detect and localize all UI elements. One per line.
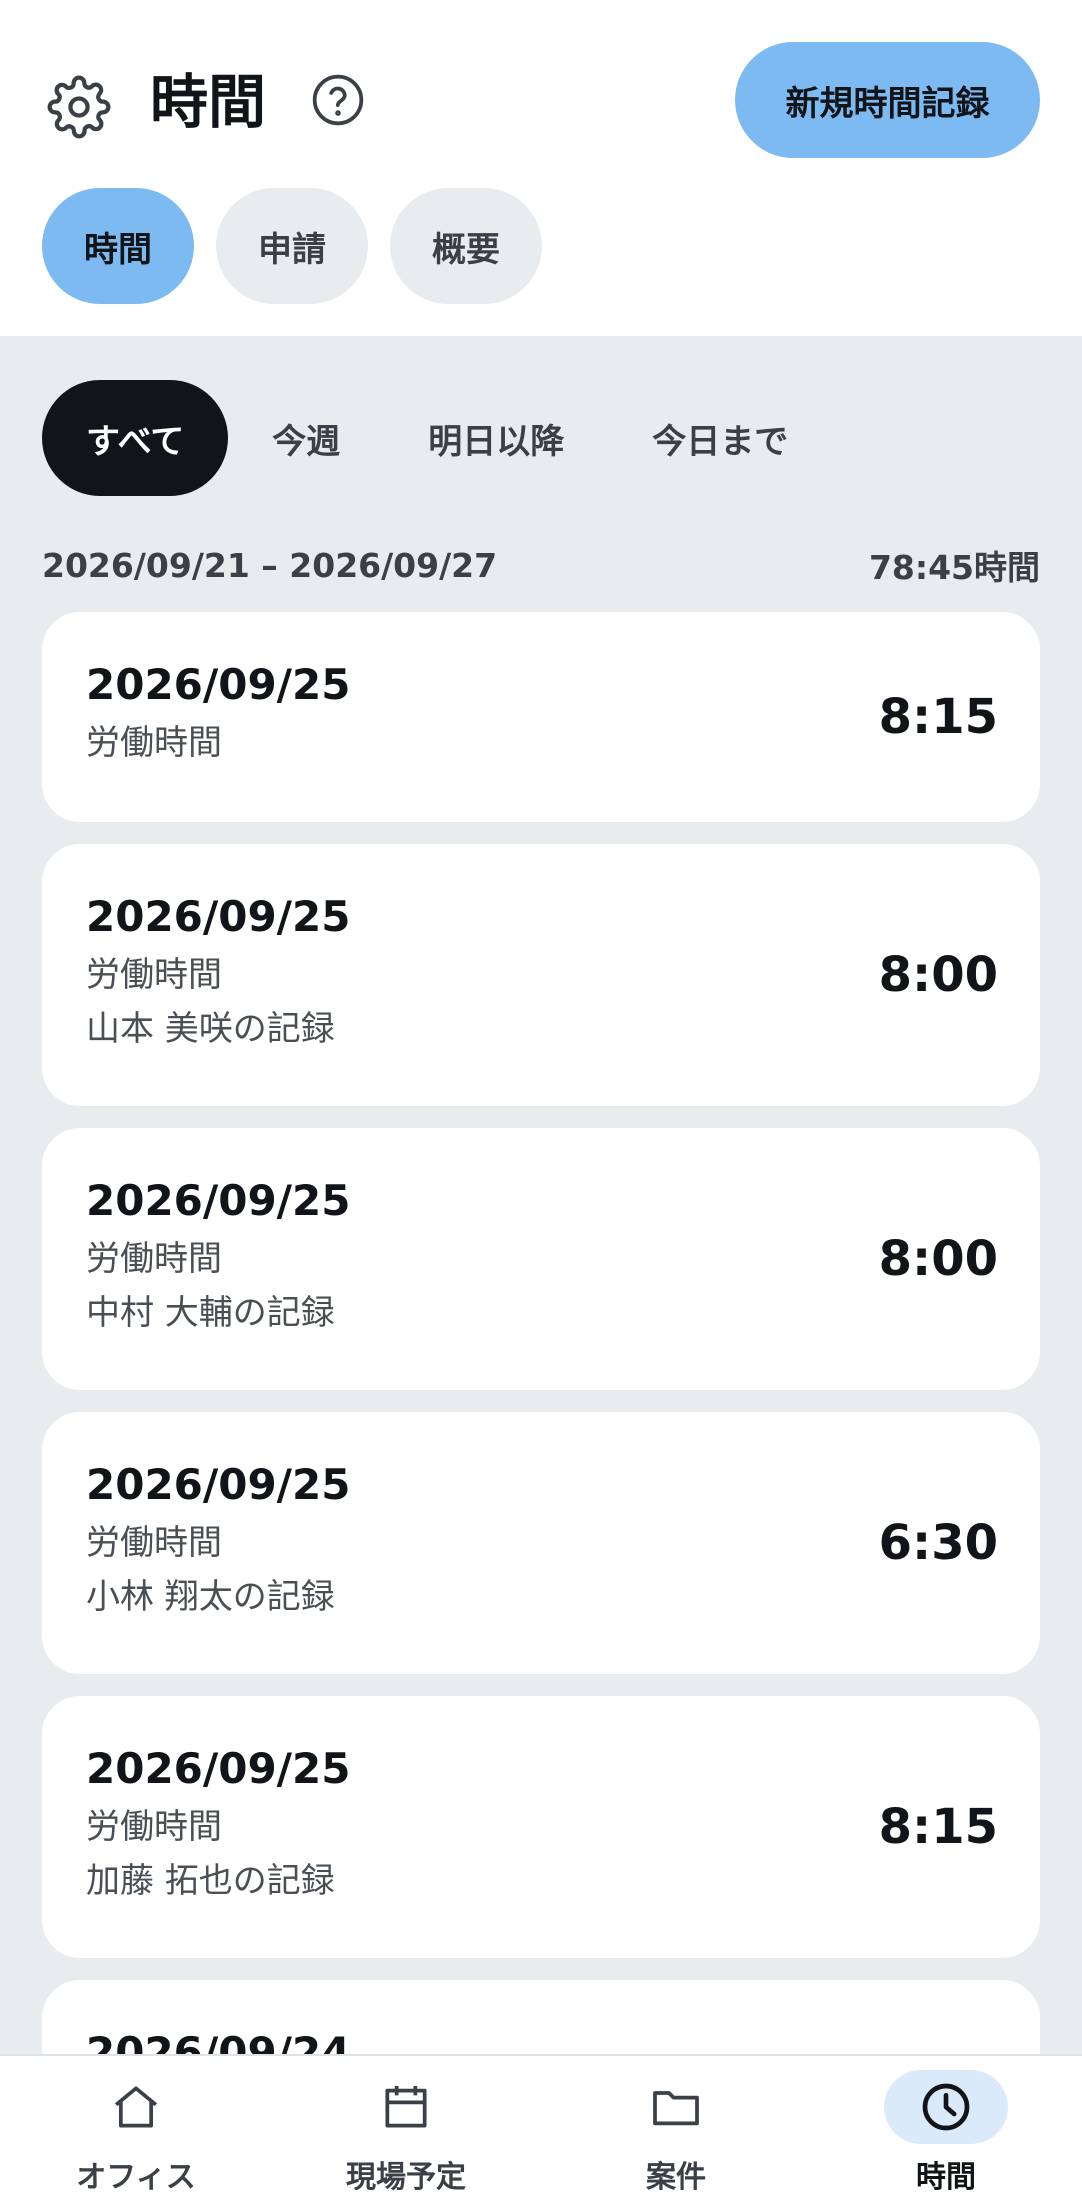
- entry-type: 労働時間: [86, 1239, 222, 1279]
- bottom-navigation: オフィス 現場予定 案件 時間: [0, 2054, 1082, 2202]
- time-entry-card[interactable]: 2026/09/25 労働時間 中村 大輔の記録 8:00: [42, 1128, 1040, 1390]
- tab-time[interactable]: 時間: [42, 188, 194, 304]
- nav-label: 時間: [916, 2160, 976, 2195]
- tab-requests[interactable]: 申請: [216, 188, 368, 304]
- home-icon: [114, 2086, 158, 2128]
- nav-item-projects[interactable]: 案件: [566, 2056, 786, 2202]
- filter-until-today[interactable]: 今日まで: [608, 380, 832, 496]
- total-hours: 78:45時間: [868, 548, 1040, 587]
- filter-all[interactable]: すべて: [42, 380, 229, 496]
- date-range: 2026/09/21 – 2026/09/27: [42, 545, 498, 585]
- gear-icon[interactable]: [42, 70, 116, 144]
- time-entry-card[interactable]: 2026/09/25 労働時間 山本 美咲の記録 8:00: [42, 844, 1040, 1106]
- tab-overview[interactable]: 概要: [390, 188, 542, 304]
- help-circle-icon[interactable]: [310, 72, 366, 128]
- entry-duration: 8:15: [878, 689, 998, 745]
- entry-duration: 8:00: [878, 1231, 998, 1287]
- page-title: 時間: [150, 68, 267, 136]
- entry-type: 労働時間: [86, 955, 222, 995]
- entry-type: 労働時間: [86, 723, 222, 763]
- entry-owner: 山本 美咲の記録: [86, 1009, 335, 1049]
- entry-date: 2026/09/25: [86, 892, 351, 941]
- entry-owner: 小林 翔太の記録: [86, 1577, 335, 1617]
- calendar-icon: [385, 2086, 427, 2128]
- filter-from-tomorrow[interactable]: 明日以降: [384, 380, 608, 496]
- entry-type: 労働時間: [86, 1523, 222, 1563]
- time-entry-card[interactable]: 2026/09/25 労働時間 小林 翔太の記録 6:30: [42, 1412, 1040, 1674]
- entry-type: 労働時間: [86, 1807, 222, 1847]
- entry-duration: 8:00: [878, 947, 998, 1003]
- nav-item-time[interactable]: 時間: [836, 2056, 1056, 2202]
- app-header: 時間 新規時間記録 時間 申請 概要: [0, 0, 1082, 336]
- nav-label: 現場予定: [346, 2160, 466, 2195]
- nav-label: 案件: [646, 2160, 706, 2195]
- entry-duration: 6:30: [878, 1515, 998, 1571]
- filter-this-week[interactable]: 今週: [228, 380, 384, 496]
- entry-date: 2026/09/25: [86, 1460, 351, 1509]
- nav-item-office[interactable]: オフィス: [26, 2056, 246, 2202]
- entry-date: 2026/09/25: [86, 660, 351, 709]
- filter-chips: すべて 今週 明日以降 今日まで: [42, 380, 832, 496]
- folder-icon: [653, 2091, 699, 2126]
- entry-duration: 8:15: [878, 1799, 998, 1855]
- nav-item-site-schedule[interactable]: 現場予定: [296, 2056, 516, 2202]
- entry-owner: 加藤 拓也の記録: [86, 1861, 335, 1901]
- entry-date: 2026/09/25: [86, 1744, 351, 1793]
- entry-date: 2026/09/25: [86, 1176, 351, 1225]
- nav-label: オフィス: [76, 2160, 196, 2195]
- time-entry-card[interactable]: 2026/09/25 労働時間 加藤 拓也の記録 8:15: [42, 1696, 1040, 1958]
- week-summary: 2026/09/21 – 2026/09/27 78:45時間: [42, 540, 1040, 590]
- view-tabs: 時間 申請 概要: [42, 188, 542, 304]
- clock-icon: [922, 2083, 970, 2131]
- new-time-entry-button[interactable]: 新規時間記録: [735, 42, 1040, 158]
- time-entry-list: 2026/09/25 労働時間 8:15 2026/09/25 労働時間 山本 …: [42, 612, 1040, 2202]
- time-entry-card[interactable]: 2026/09/25 労働時間 8:15: [42, 612, 1040, 822]
- entry-owner: 中村 大輔の記録: [86, 1293, 335, 1333]
